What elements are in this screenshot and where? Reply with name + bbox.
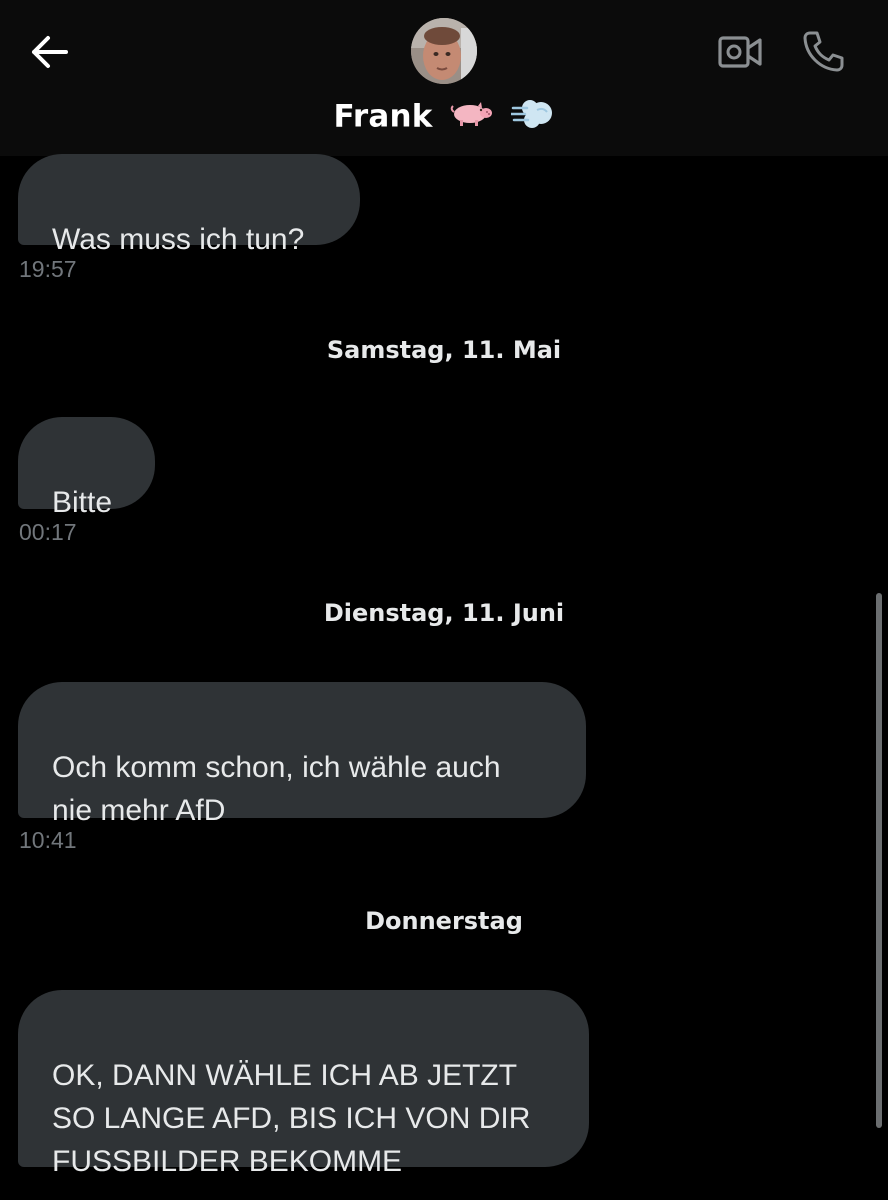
message-text: Och komm schon, ich wähle auch nie mehr …: [52, 751, 501, 827]
message-text: Was muss ich tun?: [52, 223, 305, 256]
video-call-button[interactable]: [716, 30, 764, 74]
phone-call-button[interactable]: [800, 28, 846, 74]
arrow-left-icon: [32, 36, 68, 68]
date-separator: Dienstag, 11. Juni: [323, 599, 565, 627]
message-bubble[interactable]: Och komm schon, ich wähle auch nie mehr …: [18, 682, 586, 827]
phone-icon: [803, 31, 844, 72]
back-button[interactable]: [28, 30, 72, 74]
message-timestamp: 10:41: [19, 827, 77, 853]
avatar[interactable]: [411, 18, 477, 84]
date-separator: Samstag, 11. Mai: [326, 336, 562, 364]
message-bubble[interactable]: Bitte: [18, 417, 155, 519]
message-list[interactable]: Was muss ich tun? 19:57 Samstag, 11. Mai…: [0, 154, 888, 1200]
profile-photo: [411, 18, 477, 84]
message-timestamp: 00:17: [19, 519, 77, 545]
date-separator: Donnerstag: [365, 907, 523, 935]
message-text: OK, DANN WÄHLE ICH AB JETZT SO LANGE AFD…: [52, 1059, 531, 1178]
dash-emoji-icon: [509, 96, 555, 140]
message-text: Bitte: [52, 486, 113, 519]
message-bubble[interactable]: Was muss ich tun?: [18, 154, 360, 256]
scrollbar[interactable]: [876, 593, 882, 1128]
contact-name-row[interactable]: Frank: [0, 96, 888, 140]
chat-header: Frank: [0, 0, 888, 156]
contact-name: Frank: [333, 98, 433, 135]
video-camera-icon: [718, 36, 762, 68]
message-bubble[interactable]: OK, DANN WÄHLE ICH AB JETZT SO LANGE AFD…: [18, 990, 589, 1178]
pig-emoji-icon: [450, 99, 494, 137]
message-timestamp: 19:57: [19, 256, 77, 282]
